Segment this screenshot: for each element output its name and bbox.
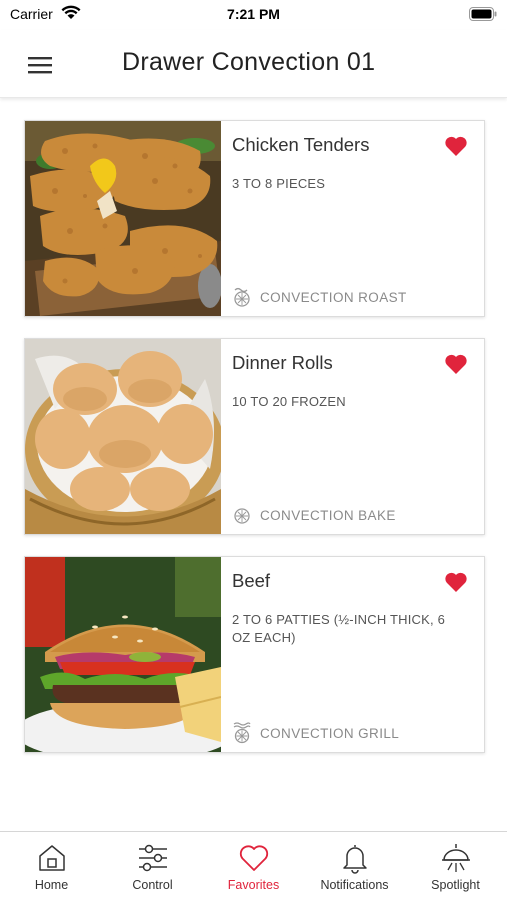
cooking-mode-label: CONVECTION GRILL xyxy=(260,725,400,741)
bottom-tab-bar: Home Control Favorites Notifications Spo… xyxy=(0,831,507,900)
recipe-card-body: Beef 2 TO 6 PATTIES (½-INCH THICK, 6 OZ … xyxy=(221,557,484,752)
hamburger-menu-icon[interactable] xyxy=(26,54,54,76)
tab-label: Home xyxy=(34,878,69,892)
recipe-card-chicken-tenders[interactable]: Chicken Tenders 3 TO 8 PIECES CONVECTION… xyxy=(24,120,485,317)
chicken-tenders-photo xyxy=(25,121,221,316)
cooking-mode-label: CONVECTION ROAST xyxy=(260,289,407,305)
tab-label: Notifications xyxy=(320,878,389,892)
convection-roast-icon xyxy=(234,287,250,307)
recipe-card-body: Chicken Tenders 3 TO 8 PIECES CONVECTION… xyxy=(221,121,484,316)
tab-label: Spotlight xyxy=(431,878,480,892)
convection-bake-icon xyxy=(234,508,250,524)
recipe-card-dinner-rolls[interactable]: Dinner Rolls 10 TO 20 FROZEN CONVECTION … xyxy=(24,338,485,535)
dinner-rolls-photo xyxy=(25,339,221,534)
battery-icon xyxy=(469,7,497,21)
tab-favorites[interactable]: Favorites xyxy=(203,832,304,900)
cooking-mode: CONVECTION ROAST xyxy=(232,286,407,308)
bell-icon xyxy=(342,845,367,874)
recipe-quantity: 2 TO 6 PATTIES (½-INCH THICK, 6 OZ EACH) xyxy=(232,612,446,645)
recipe-quantity: 10 TO 20 FROZEN xyxy=(232,394,346,409)
cooking-mode: CONVECTION GRILL xyxy=(232,722,399,744)
app-header: Drawer Convection 01 xyxy=(0,30,507,98)
cooking-mode: CONVECTION BAKE xyxy=(232,504,396,526)
tab-label: Favorites xyxy=(227,878,280,892)
tab-notifications[interactable]: Notifications xyxy=(304,832,405,900)
tab-home[interactable]: Home xyxy=(1,832,102,900)
tab-spotlight[interactable]: Spotlight xyxy=(405,832,506,900)
tab-label: Control xyxy=(132,878,173,892)
heart-icon xyxy=(239,845,268,871)
clock: 7:21 PM xyxy=(227,6,280,22)
spotlight-icon xyxy=(441,844,470,872)
recipe-quantity: 3 TO 8 PIECES xyxy=(232,176,326,191)
recipe-card-body: Dinner Rolls 10 TO 20 FROZEN CONVECTION … xyxy=(221,339,484,534)
status-bar: Carrier 7:21 PM xyxy=(0,0,507,30)
favorite-heart-icon[interactable] xyxy=(444,135,468,157)
recipe-title: Chicken Tenders xyxy=(232,134,370,155)
cooking-mode-label: CONVECTION BAKE xyxy=(260,507,396,523)
page-title: Drawer Convection 01 xyxy=(122,48,376,76)
recipe-title: Dinner Rolls xyxy=(232,352,333,373)
sliders-icon xyxy=(138,844,167,872)
convection-grill-icon xyxy=(233,722,251,744)
recipe-card-beef[interactable]: Beef 2 TO 6 PATTIES (½-INCH THICK, 6 OZ … xyxy=(24,556,485,753)
burger-photo xyxy=(25,557,221,752)
favorite-heart-icon[interactable] xyxy=(444,571,468,593)
favorite-heart-icon[interactable] xyxy=(444,353,468,375)
recipe-title: Beef xyxy=(232,570,271,591)
home-icon xyxy=(38,845,65,871)
favorites-list: Chicken Tenders 3 TO 8 PIECES CONVECTION… xyxy=(24,120,485,774)
tab-control[interactable]: Control xyxy=(102,832,203,900)
